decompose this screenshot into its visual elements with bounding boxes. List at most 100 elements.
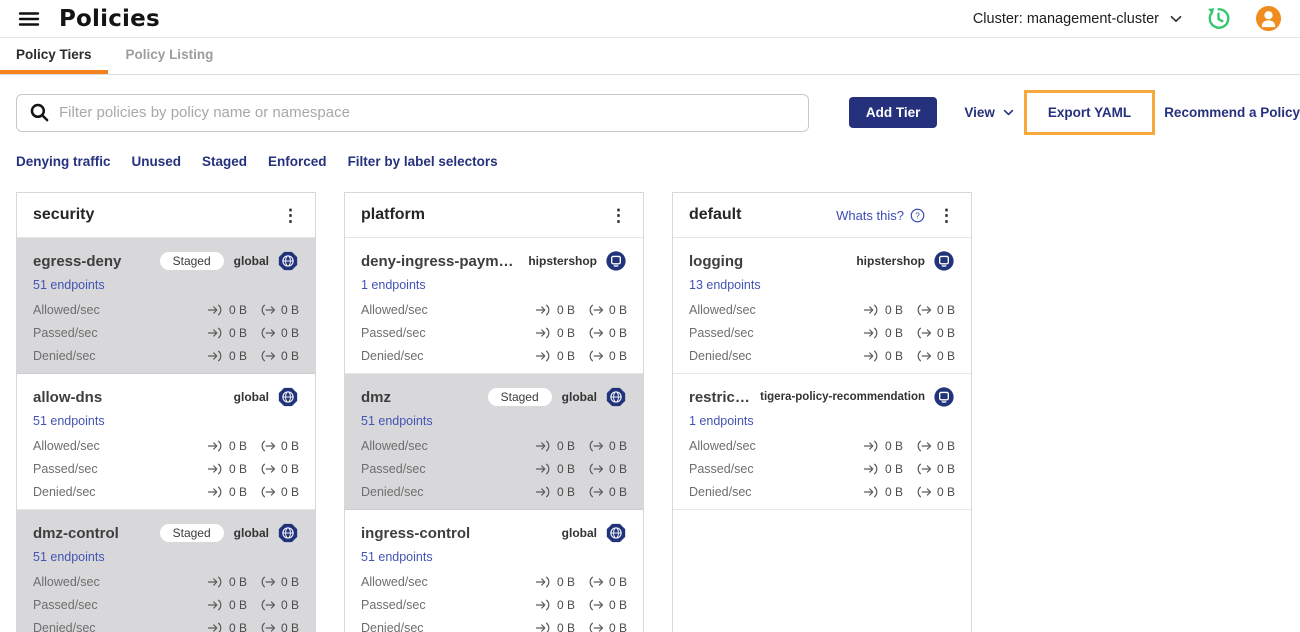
metric-label: Passed/sec [33, 325, 98, 340]
whats-this-link[interactable]: Whats this?? [836, 208, 925, 223]
policy-card-ingress-control[interactable]: ingress-control global 51 endpoints Allowed… [345, 510, 643, 632]
endpoints-link[interactable]: 51 endpoints [361, 414, 433, 428]
staged-badge: Staged [159, 252, 224, 270]
endpoints-link[interactable]: 51 endpoints [33, 550, 105, 564]
metric-values: 0 B 0 B [207, 303, 299, 317]
egress-arrow-icon [259, 303, 276, 317]
ingress-arrow-icon [535, 598, 552, 612]
tab-policy-listing[interactable]: Policy Listing [110, 38, 230, 74]
policy-scope-label: global [233, 254, 269, 268]
ingress-arrow-icon [535, 303, 552, 317]
view-button[interactable]: View [964, 105, 1014, 120]
egress-arrow-icon [915, 303, 932, 317]
tier-name: platform [361, 206, 425, 223]
tier-cards-platform: deny-ingress-paymentservi…hipstershop 1 e… [345, 238, 643, 632]
filter-denying-traffic[interactable]: Denying traffic [16, 154, 111, 169]
history-icon[interactable] [1205, 5, 1232, 32]
ingress-arrow-icon [535, 621, 552, 632]
metric-row: Passed/sec 0 B 0 B [361, 461, 627, 476]
policy-scope-label: global [561, 526, 597, 540]
metric-row: Passed/sec 0 B 0 B [689, 461, 955, 476]
tab-policy-listing-label: Policy Listing [125, 46, 214, 62]
egress-value: 0 B [608, 438, 627, 453]
egress-value: 0 B [936, 484, 955, 499]
policy-card-deny-ingress-paymentservi[interactable]: deny-ingress-paymentservi…hipstershop 1 e… [345, 238, 643, 374]
tier-header-actions: ⋮ [279, 207, 302, 224]
recommend-policy-button[interactable]: Recommend a Policy [1164, 105, 1300, 120]
endpoints-link[interactable]: 1 endpoints [689, 414, 754, 428]
metric-label: Passed/sec [33, 461, 98, 476]
export-yaml-button[interactable]: Export YAML [1048, 105, 1131, 120]
egress-value: 0 B [280, 325, 299, 340]
endpoints-link[interactable]: 51 endpoints [361, 550, 433, 564]
metric-row: Allowed/sec 0 B 0 B [689, 438, 955, 453]
metric-values: 0 B 0 B [863, 462, 955, 476]
ingress-value: 0 B [228, 302, 247, 317]
policy-card-header: logging hipstershop [689, 249, 955, 273]
ingress-arrow-icon [535, 485, 552, 499]
metric-row: Denied/sec 0 B 0 B [33, 348, 299, 363]
tier-column-security: security ⋮ egress-deny Staged global 51 endpo… [16, 192, 316, 632]
metric-label: Denied/sec [33, 348, 96, 363]
ingress-value: 0 B [884, 302, 903, 317]
user-avatar[interactable] [1255, 5, 1282, 32]
tier-cards-default: logging hipstershop 13 endpoints Allowed/se… [673, 238, 971, 510]
policy-card-logging[interactable]: logging hipstershop 13 endpoints Allowed/se… [673, 238, 971, 374]
policy-card-allow-dns[interactable]: allow-dns global 51 endpoints Allowed/sec 0 … [17, 374, 315, 510]
metric-label: Allowed/sec [689, 302, 756, 317]
endpoints-link[interactable]: 51 endpoints [33, 414, 105, 428]
metric-row: Denied/sec 0 B 0 B [33, 620, 299, 632]
metric-row: Passed/sec 0 B 0 B [361, 597, 627, 612]
egress-arrow-icon [587, 439, 604, 453]
ingress-value: 0 B [884, 484, 903, 499]
policy-name: dmz [361, 388, 391, 406]
policy-filter-input[interactable] [59, 104, 796, 121]
cluster-selector[interactable]: Cluster: management-cluster [973, 11, 1182, 27]
tier-menu-kebab-icon[interactable]: ⋮ [607, 207, 630, 224]
metric-row: Allowed/sec 0 B 0 B [689, 302, 955, 317]
ingress-arrow-icon [863, 439, 880, 453]
metric-values: 0 B 0 B [535, 462, 627, 476]
policy-name: allow-dns [33, 388, 103, 406]
ingress-arrow-icon [207, 621, 224, 632]
quick-filters: Denying traffic Unused Staged Enforced F… [0, 153, 1300, 170]
hamburger-menu-icon[interactable] [16, 6, 42, 32]
policy-card-dmz[interactable]: dmz Staged global 51 endpoints Allowed/sec 0 … [345, 374, 643, 510]
ingress-arrow-icon [207, 326, 224, 340]
endpoints-link[interactable]: 1 endpoints [361, 278, 426, 292]
tier-menu-kebab-icon[interactable]: ⋮ [279, 207, 302, 224]
ingress-value: 0 B [556, 620, 575, 632]
metric-row: Denied/sec 0 B 0 B [689, 348, 955, 363]
view-button-label: View [964, 105, 995, 120]
tier-column-default: default Whats this?? ⋮ logging hipstershop 13… [672, 192, 972, 632]
tier-menu-kebab-icon[interactable]: ⋮ [935, 207, 958, 224]
filter-unused[interactable]: Unused [132, 154, 182, 169]
policy-name: logging [689, 252, 744, 270]
policy-card-restricted[interactable]: restricted tigera-policy-recommendation 1 … [673, 374, 971, 510]
egress-value: 0 B [608, 620, 627, 632]
filter-staged[interactable]: Staged [202, 154, 247, 169]
filter-by-label-selectors[interactable]: Filter by label selectors [348, 154, 498, 169]
policy-card-egress-deny[interactable]: egress-deny Staged global 51 endpoints Allow… [17, 238, 315, 374]
filter-enforced[interactable]: Enforced [268, 154, 327, 169]
policy-card-header: dmz-control Staged global [33, 521, 299, 545]
metric-label: Allowed/sec [361, 438, 428, 453]
policy-card-dmz-control[interactable]: dmz-control Staged global 51 endpoints Allow… [17, 510, 315, 632]
metric-label: Denied/sec [689, 348, 752, 363]
egress-value: 0 B [608, 574, 627, 589]
egress-arrow-icon [587, 575, 604, 589]
endpoints-link[interactable]: 13 endpoints [689, 278, 761, 292]
egress-value: 0 B [280, 620, 299, 632]
ingress-arrow-icon [863, 462, 880, 476]
endpoints-link[interactable]: 51 endpoints [33, 278, 105, 292]
add-tier-button[interactable]: Add Tier [848, 97, 938, 128]
egress-arrow-icon [587, 485, 604, 499]
metric-row: Passed/sec 0 B 0 B [33, 325, 299, 340]
policy-scope-label: global [233, 390, 269, 404]
ingress-value: 0 B [228, 461, 247, 476]
tab-policy-tiers[interactable]: Policy Tiers [0, 38, 108, 74]
policy-name: egress-deny [33, 252, 122, 270]
metric-row: Passed/sec 0 B 0 B [361, 325, 627, 340]
metric-label: Denied/sec [33, 620, 96, 632]
ingress-value: 0 B [228, 484, 247, 499]
